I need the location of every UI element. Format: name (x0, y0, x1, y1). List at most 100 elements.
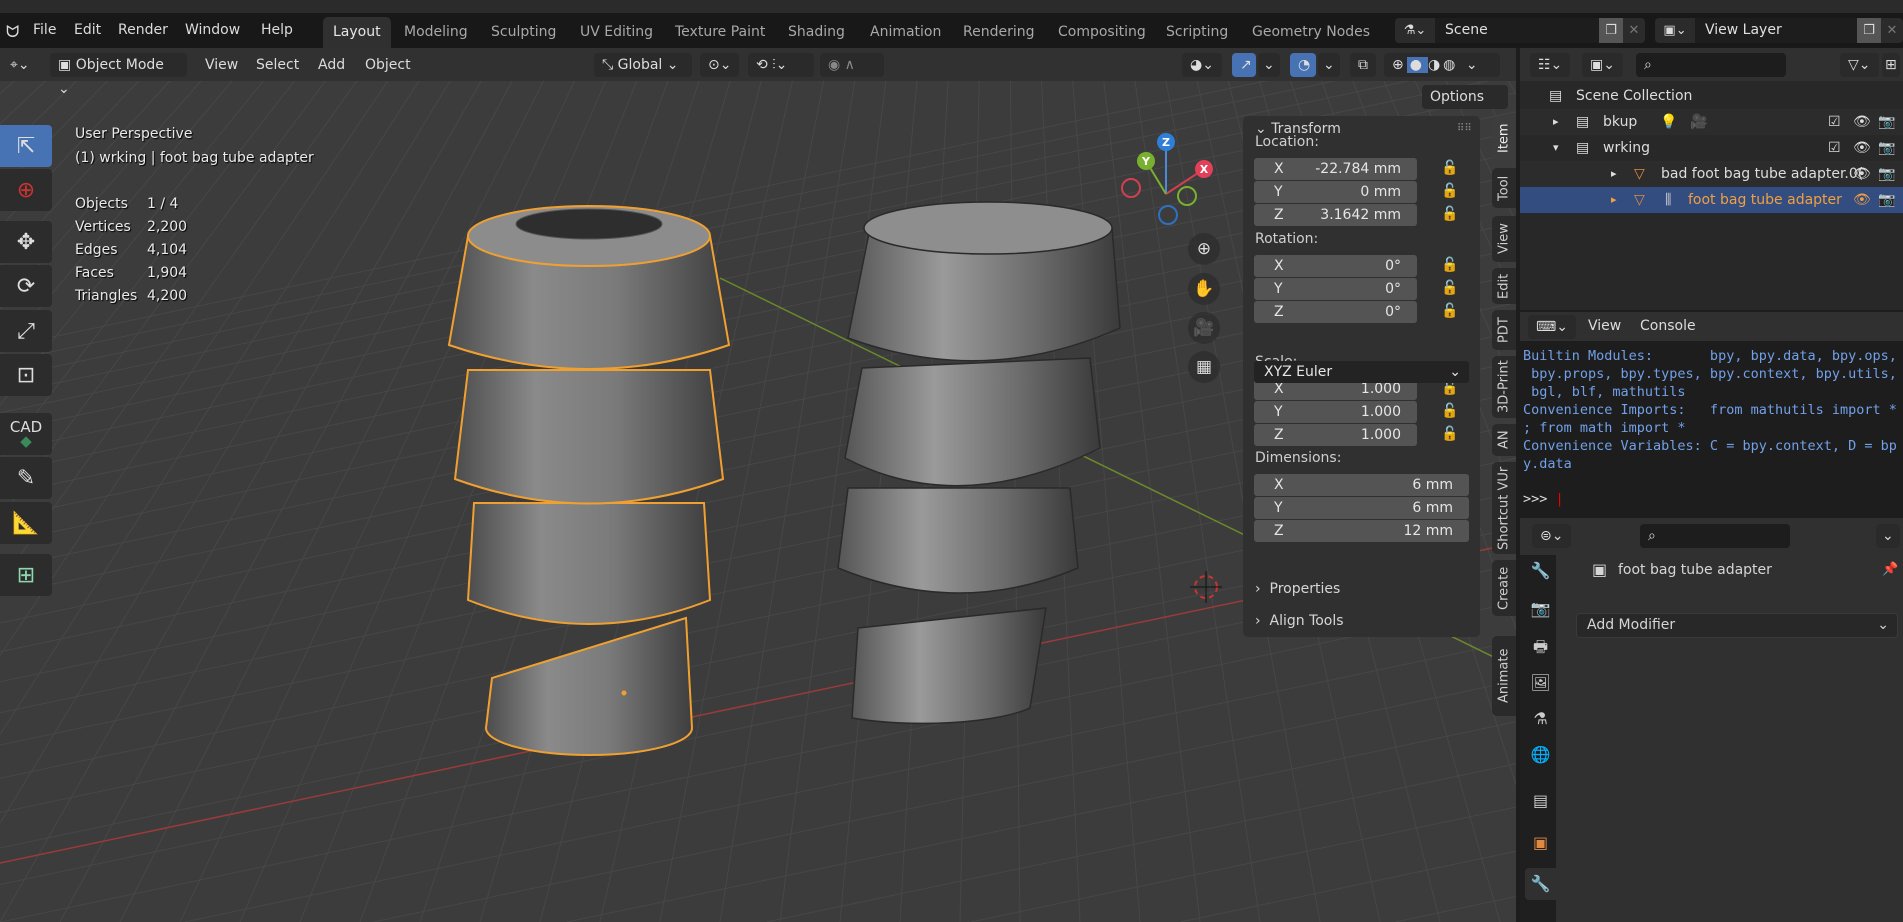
snap-icon[interactable]: ⟲ ⫶⌄ (748, 53, 814, 77)
workspace-tab-shading[interactable]: Shading (778, 17, 855, 48)
rotation-z-field[interactable]: Z 0° (1254, 301, 1417, 323)
eye-icon[interactable]: 👁 (1853, 161, 1871, 187)
selected-object-foot-bag-tube-adapter[interactable] (447, 205, 731, 756)
outliner-scene-collection[interactable]: ▤ Scene Collection (1520, 83, 1903, 109)
gizmo-dropdown-icon[interactable]: ⌄ (1258, 53, 1280, 77)
eye-icon[interactable]: 👁 (1853, 187, 1871, 213)
view-layer-tab-icon[interactable]: 🖼 (1525, 667, 1556, 699)
xray-icon[interactable]: ⧉ (1350, 53, 1376, 77)
exclude-checkbox[interactable]: ☑ (1828, 135, 1841, 161)
drag-handle-icon[interactable]: ⠿⠿ (1457, 123, 1472, 134)
sidebar-tab-3d-print[interactable]: 3D-Print (1492, 356, 1516, 418)
pin-icon[interactable]: 📌 (1882, 562, 1898, 577)
render-camera-icon[interactable]: 📷 (1878, 109, 1895, 135)
perspective-grid-icon[interactable]: ▦ (1188, 351, 1220, 383)
expand-arrow-icon[interactable]: ▾ (1553, 135, 1559, 161)
expand-arrow-icon[interactable]: ▸ (1553, 109, 1559, 135)
sidebar-tab-create[interactable]: Create (1492, 560, 1516, 616)
close-scene-icon[interactable]: ✕ (1623, 23, 1645, 38)
workspace-tab-compositing[interactable]: Compositing (1048, 17, 1156, 48)
cad-tool-icon[interactable]: CAD ◆ (0, 413, 52, 455)
orientation-dropdown[interactable]: ⤡ Global ⌄ (594, 53, 692, 77)
lock-icon[interactable]: 🔓 (1441, 303, 1458, 319)
menu-help[interactable]: Help (261, 22, 293, 38)
workspace-tab-geometry-nodes[interactable]: Geometry Nodes (1242, 17, 1380, 48)
rotation-x-field[interactable]: X 0° (1254, 255, 1417, 277)
modifier-tab-icon[interactable]: 🔧 (1525, 868, 1556, 900)
expand-arrow-icon[interactable]: ▸ (1611, 187, 1617, 213)
workspace-tab-scripting[interactable]: Scripting (1156, 17, 1238, 48)
menu-object[interactable]: Object (365, 57, 411, 73)
lock-icon[interactable]: 🔓 (1441, 280, 1458, 296)
console-menu-view[interactable]: View (1588, 318, 1621, 334)
world-tab-icon[interactable]: 🌐 (1525, 739, 1556, 771)
location-x-field[interactable]: X -22.784 mm (1254, 158, 1417, 180)
scene-selector[interactable]: ⚗⌄ Scene ❐ ✕ (1395, 18, 1645, 43)
proportional-edit-icon[interactable]: ◉ ∧ (820, 53, 884, 77)
expand-arrow-icon[interactable]: ▸ (1611, 161, 1617, 187)
tool-tab-icon[interactable]: 🔧 (1525, 555, 1556, 587)
scene-tab-icon[interactable]: ⚗ (1525, 703, 1556, 735)
options-dropdown[interactable]: Options ⌄ (1422, 85, 1508, 129)
menu-select[interactable]: Select (256, 57, 299, 73)
sidebar-tab-animate[interactable]: Animate (1492, 636, 1516, 716)
properties-options-icon[interactable]: ⌄ (1876, 524, 1900, 548)
pan-hand-icon[interactable]: ✋ (1188, 273, 1220, 305)
add-cube-tool-icon[interactable]: ⊞ (0, 554, 52, 596)
render-tab-icon[interactable]: 📷 (1525, 593, 1556, 625)
properties-search-input[interactable]: ⌕ (1640, 524, 1790, 548)
overlay-toggle-icon[interactable]: ◔ (1290, 53, 1316, 77)
outliner-item[interactable]: ▸ ▽ bad foot bag tube adapter.0( 👁 📷 (1520, 161, 1903, 187)
pivot-icon[interactable]: ⊙⌄ (700, 53, 740, 77)
eye-icon[interactable]: 👁 (1853, 135, 1871, 161)
sidebar-tab-view[interactable]: View (1492, 216, 1516, 262)
mode-dropdown[interactable]: ▣ Object Mode ⌄ (50, 53, 187, 97)
display-mode-icon[interactable]: ▣⌄ (1582, 53, 1623, 77)
lock-icon[interactable]: 🔓 (1441, 403, 1458, 419)
sidebar-tab-tool[interactable]: Tool (1492, 168, 1516, 208)
sidebar-tab-shortcut-vur[interactable]: Shortcut VUr (1492, 462, 1516, 554)
menu-window[interactable]: Window (185, 22, 240, 38)
align-tools-panel-header[interactable]: › Align Tools (1255, 613, 1344, 629)
menu-file[interactable]: File (33, 22, 56, 38)
console-prompt[interactable]: >>> | (1523, 491, 1564, 507)
measure-tool-icon[interactable]: 📐 (0, 502, 52, 544)
scale-y-field[interactable]: Y 1.000 (1254, 401, 1417, 423)
workspace-tab-texture-paint[interactable]: Texture Paint (665, 17, 775, 48)
outliner-search-input[interactable]: ⌕ (1636, 53, 1786, 77)
overlay-dropdown-icon[interactable]: ⌄ (1318, 53, 1340, 77)
close-view-layer-icon[interactable]: ✕ (1881, 23, 1903, 38)
gizmo-toggle-icon[interactable]: ↗ (1232, 53, 1256, 77)
python-console[interactable]: ⌨⌄ View Console Builtin Modules: bpy, bp… (1520, 312, 1903, 516)
lock-icon[interactable]: 🔓 (1441, 183, 1458, 199)
lock-icon[interactable]: 🔓 (1441, 426, 1458, 442)
rotation-y-field[interactable]: Y 0° (1254, 278, 1417, 300)
dimensions-y-field[interactable]: Y 6 mm (1254, 497, 1469, 519)
menu-edit[interactable]: Edit (74, 22, 101, 38)
lock-icon[interactable]: 🔓 (1441, 206, 1458, 222)
scene-name[interactable]: Scene (1435, 18, 1599, 43)
sidebar-tab-item[interactable]: Item (1492, 116, 1516, 161)
camera-view-icon[interactable]: 🎥 (1188, 312, 1220, 344)
render-camera-icon[interactable]: 📷 (1878, 161, 1895, 187)
exclude-checkbox[interactable]: ☑ (1828, 109, 1841, 135)
cursor-tool-icon[interactable]: ⊕ (0, 169, 52, 211)
outliner-item[interactable]: ▸ ▽ ⫼ foot bag tube adapter 👁 📷 (1520, 187, 1903, 213)
render-camera-icon[interactable]: 📷 (1878, 135, 1895, 161)
transform-tool-icon[interactable]: ⊡ (0, 354, 52, 396)
menu-view[interactable]: View (205, 57, 238, 73)
object-tab-icon[interactable]: ▣ (1525, 827, 1556, 859)
output-tab-icon[interactable]: 🖶 (1525, 631, 1556, 663)
3d-cursor-icon[interactable] (1190, 571, 1222, 603)
view-layer-name[interactable]: View Layer (1695, 18, 1857, 43)
shading-mode-buttons[interactable]: ⊕ ● ◑◍ ⌄ (1384, 53, 1500, 77)
dimensions-x-field[interactable]: X 6 mm (1254, 474, 1469, 496)
eye-icon[interactable]: 👁 (1853, 109, 1871, 135)
collection-tab-icon[interactable]: ▤ (1525, 785, 1556, 817)
menu-render[interactable]: Render (118, 22, 168, 38)
properties-editor-type-icon[interactable]: ⊜⌄ (1532, 524, 1572, 548)
scale-z-field[interactable]: Z 1.000 (1254, 424, 1417, 446)
select-tool-icon[interactable]: ⇱ (0, 125, 52, 167)
lock-icon[interactable]: 🔓 (1441, 257, 1458, 273)
add-modifier-dropdown[interactable]: Add Modifier ⌄ (1576, 613, 1898, 638)
